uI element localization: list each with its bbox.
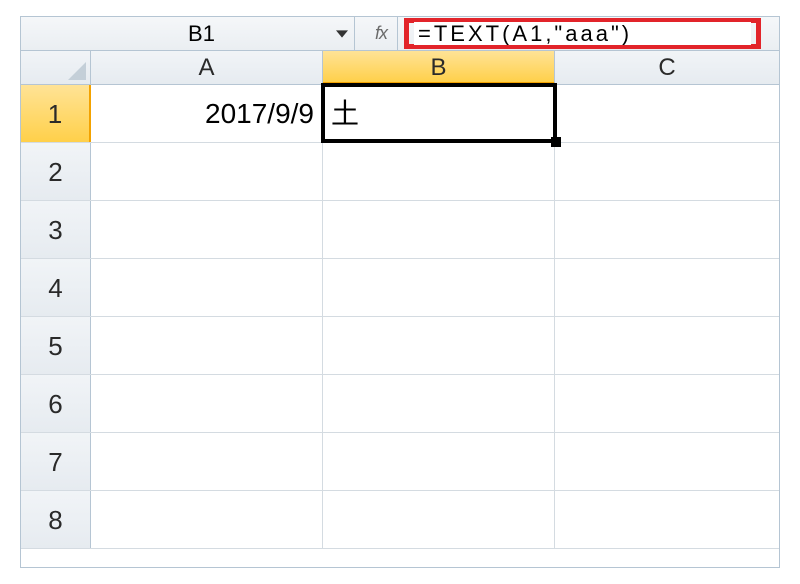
chevron-down-icon <box>336 28 348 40</box>
spreadsheet-grid: 1 2017/9/9 土 2 3 4 <box>21 85 779 549</box>
fx-button[interactable]: fx <box>355 17 398 50</box>
cell-A2[interactable] <box>91 143 323 200</box>
row-header-3[interactable]: 3 <box>21 201 91 258</box>
cell-A7[interactable] <box>91 433 323 490</box>
row-header-8[interactable]: 8 <box>21 491 91 548</box>
column-header-B[interactable]: B <box>323 51 555 84</box>
cell-C1[interactable] <box>555 85 779 142</box>
fx-label: fx <box>375 23 387 44</box>
formula-input[interactable] <box>414 22 751 45</box>
cell-A4[interactable] <box>91 259 323 316</box>
formula-input-container <box>398 17 779 50</box>
select-all-corner[interactable] <box>21 51 91 84</box>
row-header-2[interactable]: 2 <box>21 143 91 200</box>
cell-C6[interactable] <box>555 375 779 432</box>
cell-B5[interactable] <box>323 317 555 374</box>
cell-C7[interactable] <box>555 433 779 490</box>
formula-bar: B1 fx <box>21 17 779 51</box>
column-headers: A B C <box>21 51 779 85</box>
row-header-5[interactable]: 5 <box>21 317 91 374</box>
cell-B6[interactable] <box>323 375 555 432</box>
cell-A3[interactable] <box>91 201 323 258</box>
cell-C3[interactable] <box>555 201 779 258</box>
cell-B1[interactable]: 土 <box>323 85 555 142</box>
cell-B8[interactable] <box>323 491 555 548</box>
cell-C5[interactable] <box>555 317 779 374</box>
name-box-dropdown[interactable] <box>330 17 354 50</box>
cell-B4[interactable] <box>323 259 555 316</box>
row: 5 <box>21 317 779 375</box>
cell-A8[interactable] <box>91 491 323 548</box>
column-header-A[interactable]: A <box>91 51 323 84</box>
row-header-1[interactable]: 1 <box>21 85 91 142</box>
fill-handle[interactable] <box>551 137 561 147</box>
row-header-7[interactable]: 7 <box>21 433 91 490</box>
cell-C4[interactable] <box>555 259 779 316</box>
name-box-container: B1 <box>21 17 355 50</box>
row: 2 <box>21 143 779 201</box>
column-header-C[interactable]: C <box>555 51 779 84</box>
row-header-4[interactable]: 4 <box>21 259 91 316</box>
row: 7 <box>21 433 779 491</box>
row: 8 <box>21 491 779 549</box>
cell-C2[interactable] <box>555 143 779 200</box>
name-box[interactable]: B1 <box>33 21 330 47</box>
row: 1 2017/9/9 土 <box>21 85 779 143</box>
cell-A1[interactable]: 2017/9/9 <box>91 85 323 142</box>
row-header-6[interactable]: 6 <box>21 375 91 432</box>
cell-A5[interactable] <box>91 317 323 374</box>
cell-B7[interactable] <box>323 433 555 490</box>
row: 4 <box>21 259 779 317</box>
cell-C8[interactable] <box>555 491 779 548</box>
cell-A6[interactable] <box>91 375 323 432</box>
cell-B2[interactable] <box>323 143 555 200</box>
cell-B3[interactable] <box>323 201 555 258</box>
row: 3 <box>21 201 779 259</box>
row: 6 <box>21 375 779 433</box>
